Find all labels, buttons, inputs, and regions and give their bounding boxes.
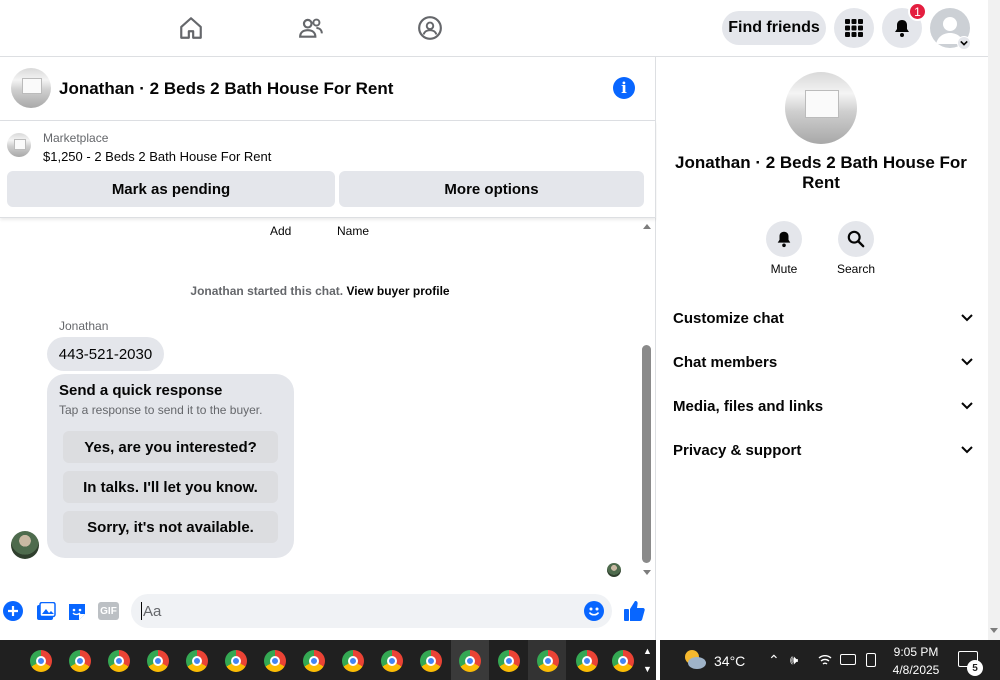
top-nav-bar: Find friends 1 [0, 0, 988, 57]
sender-name: Jonathan [59, 319, 109, 333]
chrome-taskbar-icon[interactable] [381, 650, 403, 672]
search-label[interactable]: Search [826, 262, 886, 276]
read-receipt-avatar [607, 563, 621, 577]
notification-center-count: 5 [967, 660, 983, 676]
section-media-files-links[interactable]: Media, files and links [673, 384, 973, 428]
chrome-taskbar-icon[interactable] [264, 650, 286, 672]
chrome-taskbar-icon[interactable] [342, 650, 364, 672]
chevron-down-icon [961, 402, 973, 410]
details-title: Jonathan · 2 Beds 2 Bath House For Rent [675, 153, 967, 192]
add-label[interactable]: Add [270, 224, 291, 238]
groups-icon[interactable] [412, 10, 448, 46]
info-icon[interactable]: i [613, 77, 635, 99]
scroll-down-arrow-icon[interactable] [643, 568, 651, 576]
quick-response-not-available[interactable]: Sorry, it's not available. [63, 511, 278, 543]
chrome-taskbar-icon[interactable] [459, 650, 481, 672]
quick-response-yes[interactable]: Yes, are you interested? [63, 431, 278, 463]
chat-started-text: Jonathan started this chat. [190, 284, 344, 298]
chrome-taskbar-icon[interactable] [186, 650, 208, 672]
chrome-taskbar-icon[interactable] [420, 650, 442, 672]
chevron-down-icon [961, 358, 973, 366]
more-options-button[interactable]: More options [339, 171, 644, 207]
quick-response-in-talks[interactable]: In talks. I'll let you know. [63, 471, 278, 503]
weather-cloud-sun-icon[interactable] [682, 648, 708, 672]
listing-thumbnail[interactable] [7, 133, 31, 157]
chrome-taskbar-icon[interactable] [108, 650, 130, 672]
account-chevron-icon[interactable] [957, 36, 971, 50]
chevron-down-icon [961, 446, 973, 454]
chat-title[interactable]: Jonathan · 2 Beds 2 Bath House For Rent [59, 79, 393, 99]
chat-scrollbar[interactable] [640, 219, 654, 579]
gif-icon[interactable]: GIF [98, 602, 119, 620]
emoji-icon[interactable] [584, 601, 604, 621]
thumbs-up-icon[interactable] [623, 600, 645, 627]
battery-icon[interactable] [840, 654, 856, 665]
plus-icon[interactable] [3, 601, 23, 621]
text-cursor [141, 602, 142, 620]
chrome-taskbar-icon[interactable] [147, 650, 169, 672]
chat-started-notice: Jonathan started this chat. View buyer p… [0, 284, 640, 298]
mute-label[interactable]: Mute [754, 262, 814, 276]
weather-temperature[interactable]: 34°C [714, 653, 745, 669]
notification-badge: 1 [908, 2, 927, 21]
marketplace-label: Marketplace [43, 131, 109, 145]
chrome-taskbar-icon[interactable] [537, 650, 559, 672]
message-placeholder: Aa [143, 603, 162, 620]
view-buyer-profile-link[interactable]: View buyer profile [346, 284, 449, 298]
quick-response-title: Send a quick response [59, 382, 223, 399]
chrome-taskbar-icon[interactable] [498, 650, 520, 672]
friends-icon[interactable] [293, 10, 329, 46]
section-label: Chat members [673, 353, 778, 371]
wifi-icon[interactable] [818, 653, 832, 672]
message-bubble[interactable]: 443-521-2030 [47, 337, 164, 371]
device-icon[interactable] [866, 653, 876, 667]
mute-bell-icon[interactable] [766, 221, 802, 257]
find-friends-button[interactable]: Find friends [722, 11, 826, 45]
show-hidden-icons-chevron-icon[interactable]: ⌃ [768, 652, 780, 669]
quick-response-subtitle: Tap a response to send it to the buyer. [59, 403, 263, 417]
listing-avatar[interactable] [11, 68, 51, 108]
taskbar-divider [656, 640, 660, 680]
sticker-icon[interactable] [67, 602, 87, 627]
section-label: Customize chat [673, 309, 784, 327]
chat-header: Jonathan · 2 Beds 2 Bath House For Rent … [0, 57, 656, 121]
taskbar-scroll-arrows-icon[interactable]: ▲ ▼ [643, 642, 652, 678]
message-list: Add Name Jonathan started this chat. Vie… [0, 219, 640, 589]
photo-icon[interactable] [36, 601, 56, 626]
chrome-taskbar-icon[interactable] [225, 650, 247, 672]
scroll-down-arrow-icon[interactable] [990, 626, 998, 634]
listing-title[interactable]: $1,250 - 2 Beds 2 Bath House For Rent [43, 149, 271, 164]
home-icon[interactable] [173, 10, 209, 46]
section-customize-chat[interactable]: Customize chat [673, 296, 973, 340]
section-label: Media, files and links [673, 397, 824, 415]
name-label[interactable]: Name [337, 224, 369, 238]
chrome-taskbar-icon[interactable] [612, 650, 634, 672]
chat-scroll-thumb[interactable] [642, 345, 651, 563]
volume-icon[interactable]: 🕪 [790, 652, 798, 668]
clock-time[interactable]: 9:05 PM [886, 645, 946, 659]
scroll-up-arrow-icon[interactable] [643, 223, 651, 231]
search-icon[interactable] [838, 221, 874, 257]
section-chat-members[interactable]: Chat members [673, 340, 973, 384]
chrome-taskbar-icon[interactable] [576, 650, 598, 672]
details-listing-avatar[interactable] [785, 72, 857, 144]
chrome-taskbar-icon[interactable] [30, 650, 52, 672]
page-scrollbar[interactable] [988, 0, 1000, 640]
chrome-taskbar-icon[interactable] [303, 650, 325, 672]
message-input[interactable]: Aa [131, 594, 612, 628]
section-privacy-support[interactable]: Privacy & support [673, 428, 973, 472]
section-label: Privacy & support [673, 441, 802, 459]
menu-grid-icon[interactable] [834, 8, 874, 48]
chevron-down-icon [961, 314, 973, 322]
chrome-taskbar-icon[interactable] [69, 650, 91, 672]
mark-as-pending-button[interactable]: Mark as pending [7, 171, 335, 207]
sender-avatar[interactable] [11, 531, 39, 559]
clock-date[interactable]: 4/8/2025 [886, 663, 946, 677]
